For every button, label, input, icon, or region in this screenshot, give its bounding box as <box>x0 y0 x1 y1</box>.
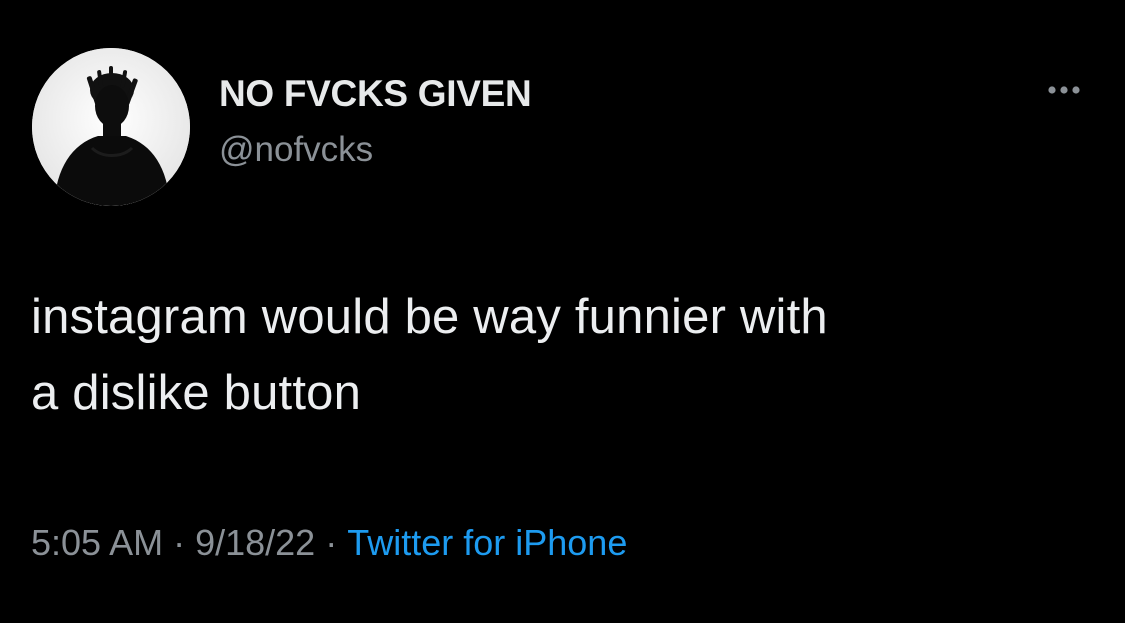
meta-separator: · <box>325 522 338 563</box>
tweet-card: NO FVCKS GIVEN @nofvcks instagram would … <box>0 0 1125 623</box>
meta-separator: · <box>173 522 186 563</box>
avatar[interactable] <box>32 48 190 206</box>
tweet-time[interactable]: 5:05 AM <box>31 522 163 563</box>
avatar-image <box>32 48 190 206</box>
tweet-text-line-2: a dislike button <box>31 366 362 420</box>
more-options-button[interactable] <box>1040 78 1088 102</box>
user-handle[interactable]: @nofvcks <box>219 130 373 170</box>
more-horizontal-icon <box>1048 86 1080 94</box>
display-name[interactable]: NO FVCKS GIVEN <box>219 73 532 115</box>
tweet-date[interactable]: 9/18/22 <box>195 522 315 563</box>
tweet-text: instagram would be way funnier with a di… <box>31 279 1101 431</box>
tweet-source-link[interactable]: Twitter for iPhone <box>347 522 627 563</box>
tweet-text-line-1: instagram would be way funnier with <box>31 290 828 344</box>
tweet-metadata: 5:05 AM · 9/18/22 · Twitter for iPhone <box>31 522 627 564</box>
